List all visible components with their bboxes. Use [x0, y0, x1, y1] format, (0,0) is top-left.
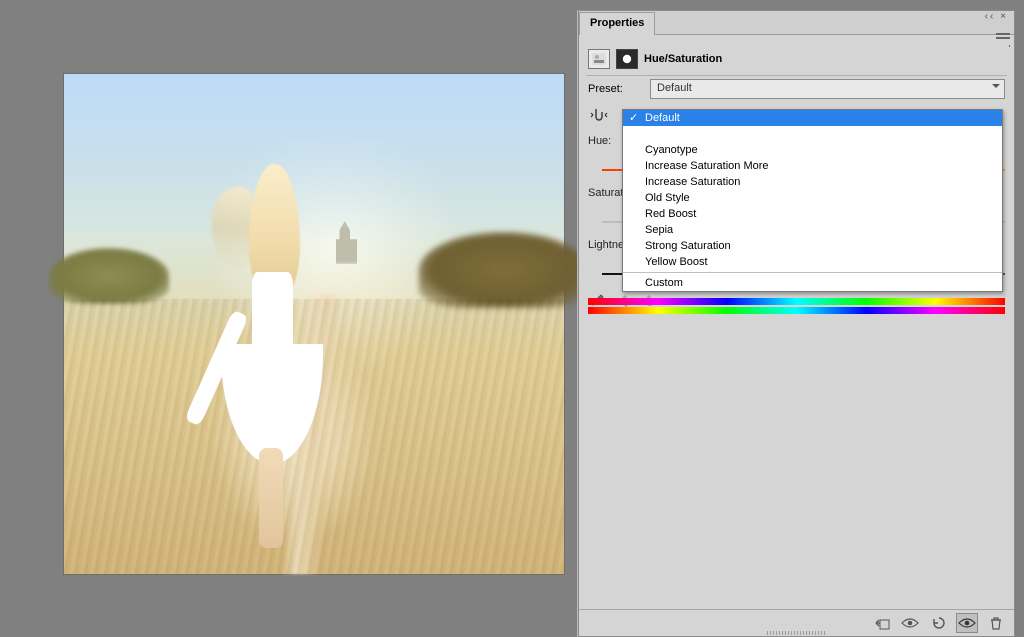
view-previous-icon[interactable]: [956, 613, 978, 633]
layer-mask-icon: [616, 49, 638, 69]
preset-option[interactable]: Custom: [623, 275, 1002, 291]
photo-image: [64, 74, 564, 574]
properties-panel: ‹‹ × Properties Hue/Saturation Preset: D…: [578, 10, 1015, 637]
preset-option[interactable]: Yellow Boost: [623, 254, 1002, 270]
preset-option[interactable]: Increase Saturation More: [623, 158, 1002, 174]
workspace: ‹‹ × Properties Hue/Saturation Preset: D…: [0, 0, 1024, 627]
tab-properties[interactable]: Properties: [579, 12, 655, 35]
preset-option[interactable]: Increase Saturation: [623, 174, 1002, 190]
preset-dropdown[interactable]: Default: [650, 79, 1005, 99]
preset-option[interactable]: Cyanotype: [623, 142, 1002, 158]
panel-tabbar: Properties: [579, 11, 1014, 35]
panel-resize-grip[interactable]: [767, 631, 827, 635]
clip-to-layer-icon[interactable]: [872, 614, 892, 632]
color-spectrum: [588, 298, 1005, 314]
panel-footer: [579, 609, 1014, 636]
delete-icon[interactable]: [986, 614, 1006, 632]
adjustment-title: Hue/Saturation: [644, 53, 722, 65]
preset-option[interactable]: Strong Saturation: [623, 238, 1002, 254]
panel-window-controls[interactable]: ‹‹ ×: [985, 11, 1008, 22]
preset-option[interactable]: Default: [623, 110, 1002, 126]
panel-body: Hue/Saturation Preset: Default Hue: Satu…: [584, 43, 1009, 608]
preset-dropdown-list[interactable]: Default CyanotypeIncrease Saturation More…: [622, 109, 1003, 292]
visibility-icon[interactable]: [900, 614, 920, 632]
hue-label: Hue:: [588, 135, 611, 147]
preset-option[interactable]: Red Boost: [623, 206, 1002, 222]
targeted-adjust-icon[interactable]: [588, 104, 610, 126]
preset-label: Preset:: [588, 83, 644, 95]
preset-option[interactable]: Sepia: [623, 222, 1002, 238]
adjustment-thumb-icon: [588, 49, 610, 69]
preset-option[interactable]: Old Style: [623, 190, 1002, 206]
document-canvas[interactable]: [64, 74, 564, 574]
reset-icon[interactable]: [928, 614, 948, 632]
